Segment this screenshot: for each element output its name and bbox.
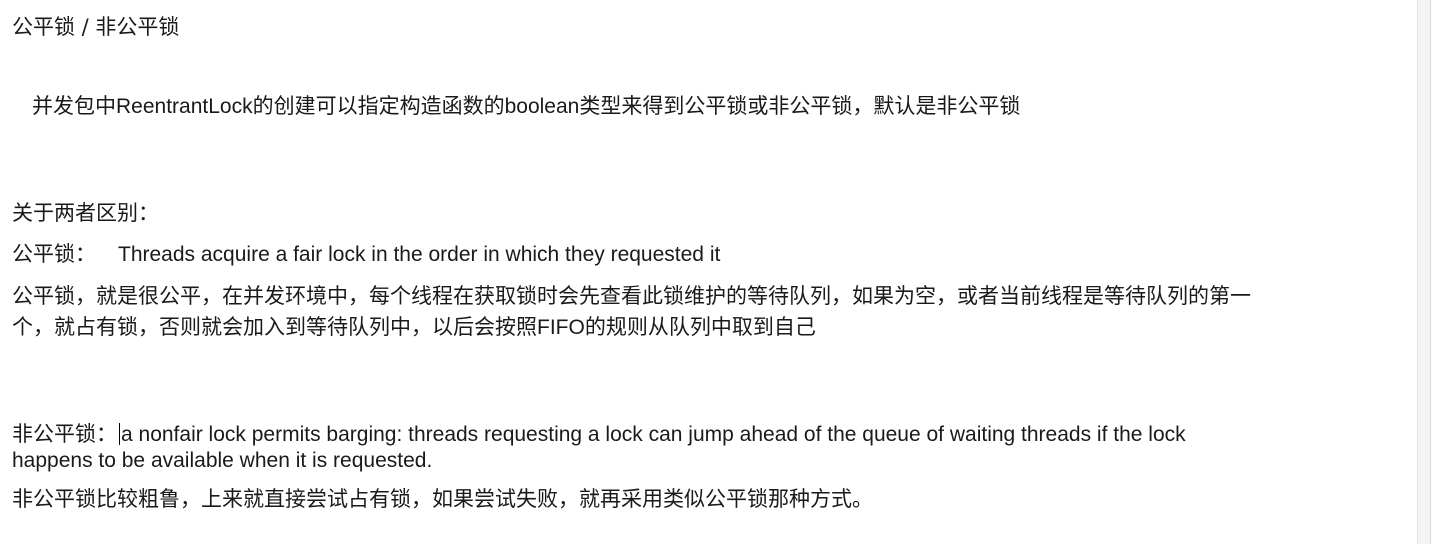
intro-paragraph: 并发包中ReentrantLock的创建可以指定构造函数的boolean类型来得… bbox=[32, 93, 1020, 120]
intro-class-name: ReentrantLock bbox=[116, 95, 253, 118]
fair-lock-desc-text-2: 的规则从队列中取到自己 bbox=[584, 315, 816, 339]
nonfair-lock-label: 非公平锁： bbox=[12, 422, 117, 446]
difference-heading: 关于两者区别： bbox=[12, 201, 159, 225]
fifo-term: FIFO bbox=[537, 316, 585, 339]
fair-lock-desc-line-2: 个，就占有锁，否则就会加入到等待队列中，以后会按照FIFO的规则从队列中取到自己 bbox=[12, 314, 816, 341]
nonfair-lock-definition: 非公平锁： a nonfair lock permits barging: thr… bbox=[12, 421, 1186, 448]
document-page: 公平锁 / 非公平锁 并发包中ReentrantLock的创建可以指定构造函数的… bbox=[0, 0, 1431, 544]
fair-lock-definition: 公平锁： Threads acquire a fair lock in the o… bbox=[12, 241, 720, 268]
intro-text-2: 的创建可以指定构造函数的 bbox=[252, 94, 505, 118]
nonfair-lock-english-line-2: happens to be available when it is reque… bbox=[12, 449, 433, 472]
intro-text-1: 并发包中 bbox=[32, 94, 116, 118]
fair-lock-desc-line-1: 公平锁，就是很公平，在并发环境中，每个线程在获取锁时会先查看此锁维护的等待队列，… bbox=[12, 284, 1251, 308]
fair-lock-desc-text-1: 个，就占有锁，否则就会加入到等待队列中，以后会按照 bbox=[12, 315, 537, 339]
fair-lock-english: Threads acquire a fair lock in the order… bbox=[118, 243, 721, 266]
text-cursor bbox=[119, 423, 120, 445]
nonfair-lock-desc: 非公平锁比较粗鲁，上来就直接尝试占有锁，如果尝试失败，就再采用类似公平锁那种方式… bbox=[12, 487, 873, 511]
page-title: 公平锁 / 非公平锁 bbox=[12, 15, 180, 39]
fair-lock-label: 公平锁： bbox=[12, 242, 96, 266]
intro-text-3: 类型来得到公平锁或非公平锁，默认是非公平锁 bbox=[579, 94, 1021, 118]
vertical-scrollbar[interactable] bbox=[1417, 0, 1430, 544]
nonfair-lock-english-line-1: a nonfair lock permits barging: threads … bbox=[121, 423, 1186, 446]
intro-type-name: boolean bbox=[504, 95, 580, 118]
